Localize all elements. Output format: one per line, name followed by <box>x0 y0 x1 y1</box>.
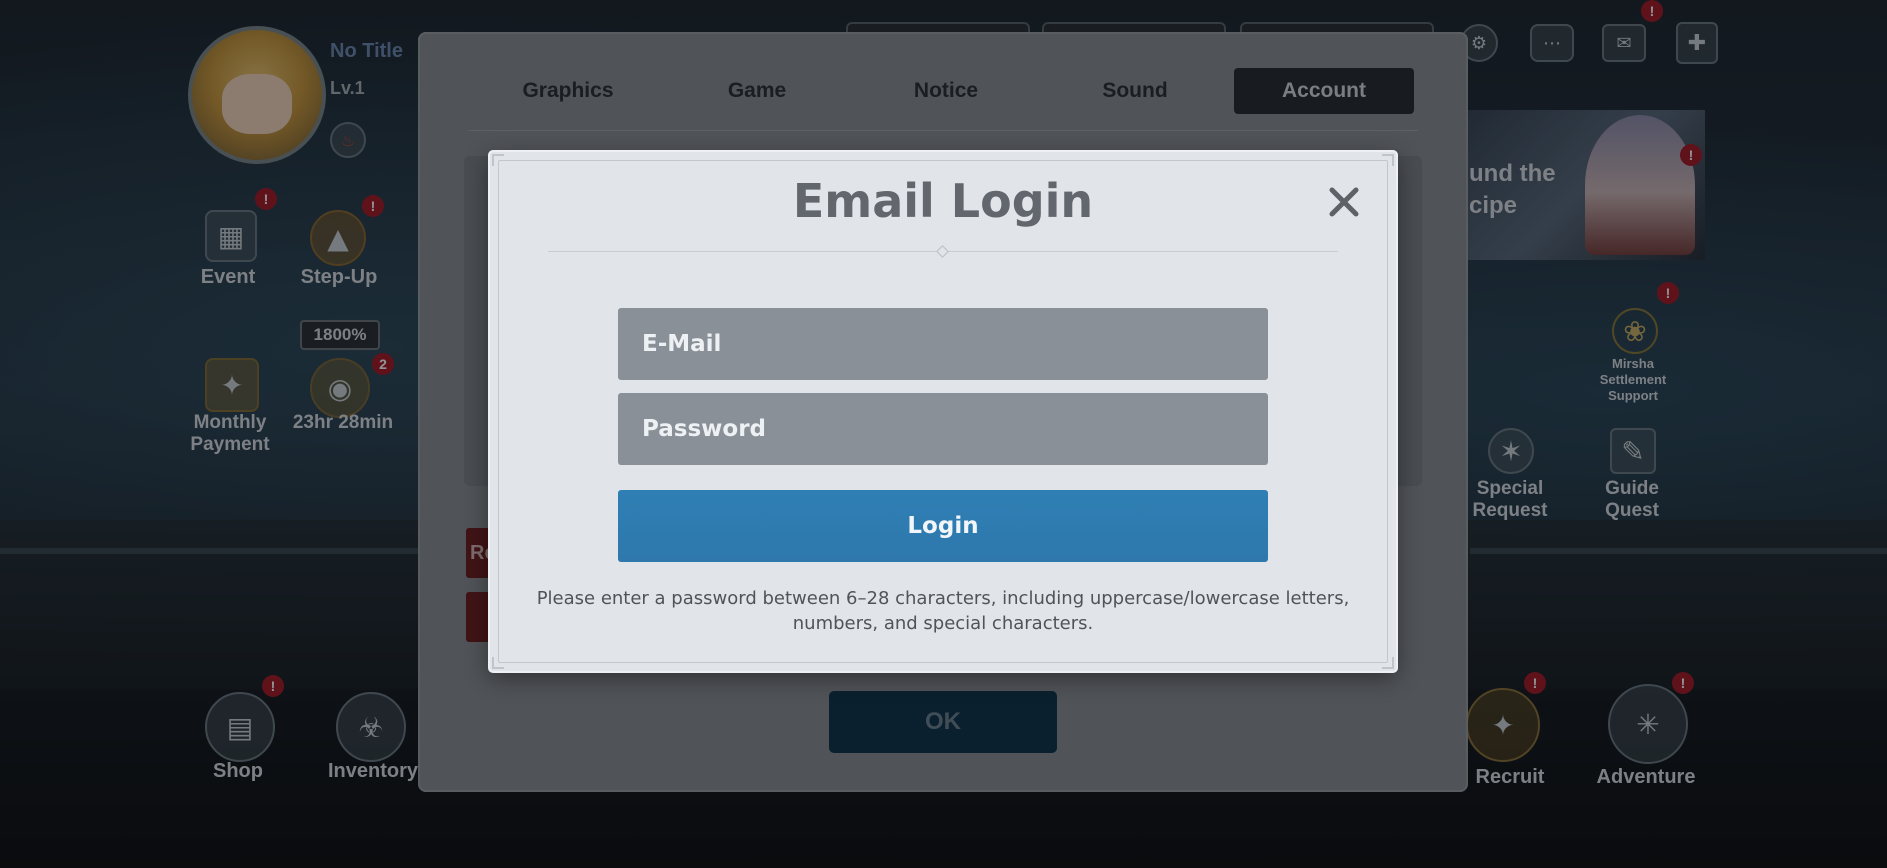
frame-corner <box>492 657 504 669</box>
login-button[interactable]: Login <box>618 490 1268 562</box>
divider-ornament <box>936 245 949 258</box>
dialog-title: Email Login <box>792 174 1094 228</box>
close-icon <box>1329 187 1359 217</box>
email-login-dialog: Email Login Login Please enter a passwor… <box>490 152 1396 671</box>
password-field[interactable] <box>618 393 1268 465</box>
email-field[interactable] <box>618 308 1268 380</box>
password-hint: Please enter a password between 6–28 cha… <box>536 588 1350 634</box>
close-button[interactable] <box>1324 182 1364 222</box>
frame-corner <box>1382 657 1394 669</box>
frame-corner <box>492 154 504 166</box>
frame-corner <box>1382 154 1394 166</box>
